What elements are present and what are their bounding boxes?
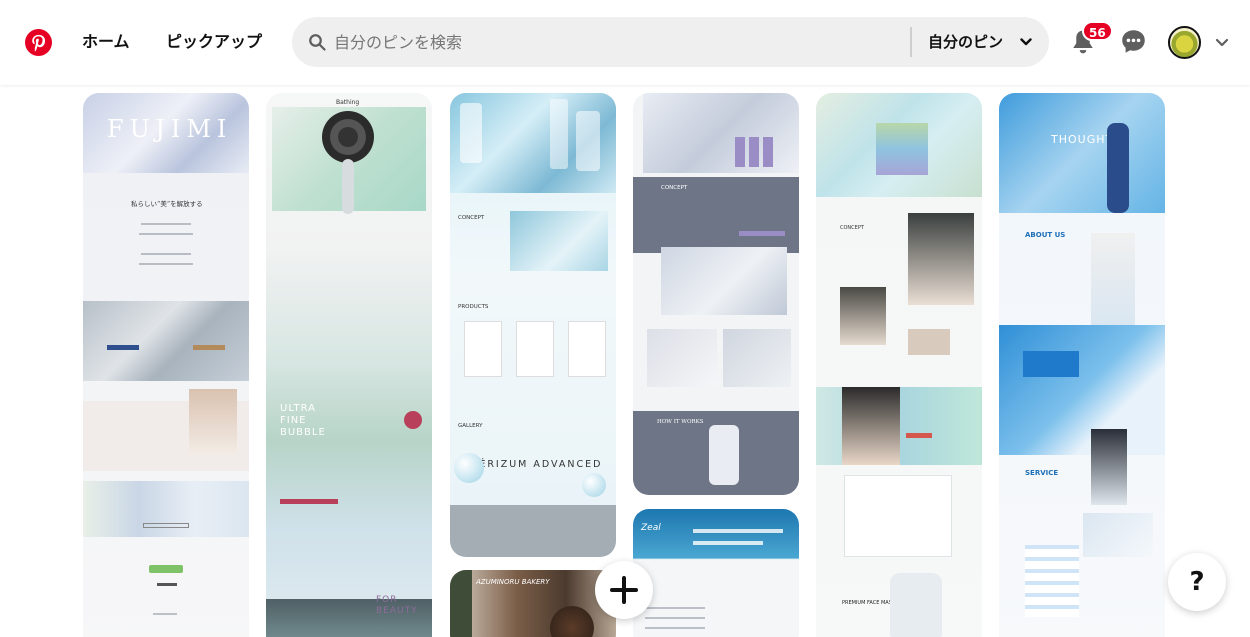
account-menu-chevron-icon[interactable]	[1214, 34, 1230, 50]
search-divider	[910, 27, 912, 57]
messages-icon[interactable]	[1120, 28, 1147, 55]
pin-card[interactable]: AZUMINORU BAKERY	[450, 570, 616, 637]
nav-home-link[interactable]: ホーム	[82, 24, 130, 60]
pin-subheadline: FOR BEAUTY	[376, 595, 418, 616]
search-input[interactable]	[334, 30, 894, 54]
pin-headline: THOUGHT	[1051, 133, 1114, 146]
pin-card[interactable]: Zeal	[633, 509, 799, 637]
pin-section-label: CONCEPT	[458, 215, 485, 221]
pin-section-label: SERVICE	[1025, 469, 1059, 477]
pin-card[interactable]: CONCEPT PRODUCTS GALLERY DÉRIZUM ADVANCE…	[450, 93, 616, 557]
pin-section-label: CONCEPT	[661, 185, 688, 191]
pin-section-label: PRODUCTS	[458, 304, 489, 310]
pinterest-logo-icon[interactable]	[25, 29, 52, 56]
shower-head-image	[322, 111, 374, 214]
pin-feed: FUJIMI 私らしい“美”を解放する Bathing ULTRA FINE B…	[0, 85, 1250, 637]
pin-card[interactable]: FUJIMI 私らしい“美”を解放する	[83, 93, 249, 637]
pin-section-label: HOW IT WORKS	[657, 419, 704, 425]
pin-card[interactable]: Bathing ULTRA FINE BUBBLE FOR BEAUTY	[266, 93, 432, 637]
help-button[interactable]: ?	[1168, 553, 1226, 611]
chevron-down-icon[interactable]	[1020, 36, 1032, 48]
pin-card[interactable]: THOUGHT ABOUT US SERVICE	[999, 93, 1165, 637]
create-pin-button[interactable]	[595, 561, 653, 619]
pin-section-label: ABOUT US	[1025, 231, 1066, 239]
pin-card[interactable]: CONCEPT HOW IT WORKS	[633, 93, 799, 495]
plus-icon	[610, 576, 638, 604]
nav-pickup-link[interactable]: ピックアップ	[166, 24, 262, 60]
pin-section-label: CONCEPT	[840, 225, 864, 231]
pin-headline: ULTRA FINE BUBBLE	[280, 403, 326, 438]
pin-card[interactable]: CONCEPT PREMIUM FACE MASK	[816, 93, 982, 637]
pin-brand: Bathing	[336, 99, 360, 106]
pin-section-label: GALLERY	[458, 423, 483, 429]
pin-wordmark: FUJIMI	[107, 115, 233, 143]
search-icon	[309, 34, 326, 51]
pin-section-label: PREMIUM FACE MASK	[842, 600, 896, 606]
notification-count-badge: 56	[1082, 21, 1113, 41]
search-bar: 自分のピン	[292, 17, 1049, 67]
pin-tagline: 私らしい“美”を解放する	[131, 200, 203, 208]
pin-brand: Zeal	[641, 523, 661, 533]
pin-wordmark: DÉRIZUM ADVANCED	[470, 459, 603, 470]
pin-brand: AZUMINORU BAKERY	[476, 578, 550, 586]
user-avatar[interactable]	[1168, 26, 1201, 59]
search-scope-dropdown[interactable]: 自分のピン	[928, 17, 1003, 67]
top-navigation-bar: ホーム ピックアップ 自分のピン 56	[0, 0, 1250, 85]
